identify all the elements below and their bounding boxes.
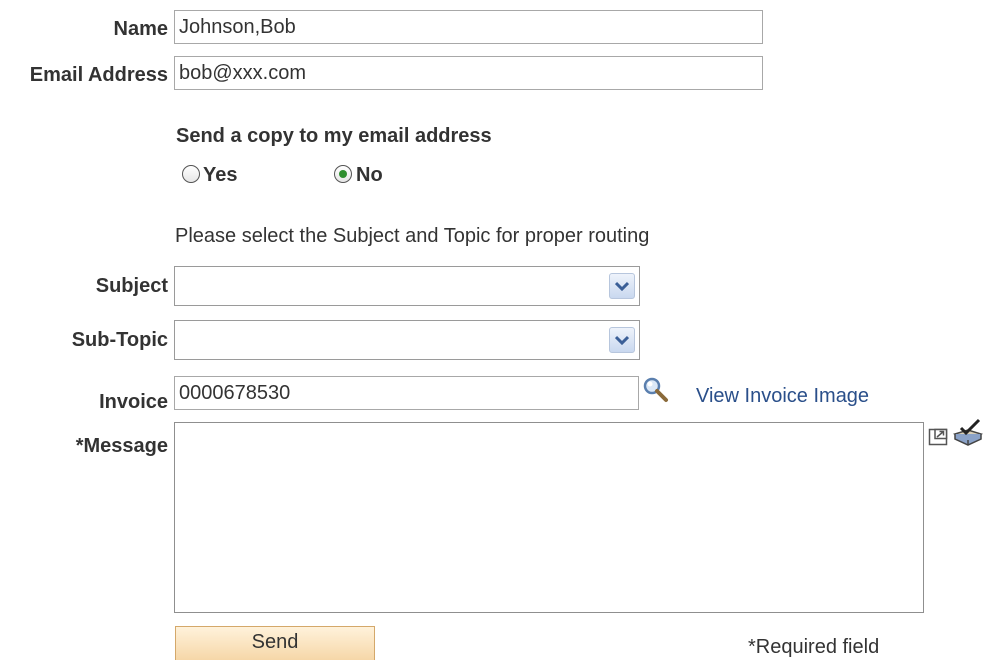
subject-label: Subject — [95, 275, 168, 297]
invoice-label: Invoice — [99, 391, 168, 413]
contact-form: Name Johnson,Bob Email Address bob@xxx.c… — [0, 0, 990, 660]
required-field-note: *Required field — [748, 636, 880, 658]
copy-yes-label: Yes — [203, 164, 238, 186]
spell-check-icon[interactable] — [952, 418, 986, 448]
name-label: Name — [113, 18, 168, 40]
subject-dropdown-button[interactable] — [609, 273, 635, 299]
copy-no-radio[interactable] — [334, 165, 352, 183]
expand-editor-icon[interactable] — [928, 426, 950, 448]
view-invoice-image-link[interactable]: View Invoice Image — [696, 384, 869, 408]
message-label: *Message — [75, 435, 168, 457]
copy-no-label: No — [356, 164, 383, 186]
send-button[interactable]: Send — [175, 626, 375, 660]
email-label: Email Address — [29, 64, 168, 86]
subtopic-label: Sub-Topic — [71, 329, 168, 351]
message-textarea[interactable] — [174, 422, 924, 613]
subtopic-dropdown-button[interactable] — [609, 327, 635, 353]
subject-select[interactable] — [174, 266, 640, 306]
name-field[interactable]: Johnson,Bob — [174, 10, 763, 44]
email-field[interactable]: bob@xxx.com — [174, 56, 763, 90]
copy-yes-radio[interactable] — [182, 165, 200, 183]
chevron-down-icon — [615, 335, 629, 345]
invoice-field[interactable]: 0000678530 — [174, 376, 639, 410]
routing-instruction: Please select the Subject and Topic for … — [175, 225, 650, 247]
chevron-down-icon — [615, 281, 629, 291]
selected-dot — [339, 170, 347, 178]
magnifier-icon[interactable] — [642, 376, 670, 404]
subtopic-select[interactable] — [174, 320, 640, 360]
send-copy-heading: Send a copy to my email address — [176, 125, 492, 147]
